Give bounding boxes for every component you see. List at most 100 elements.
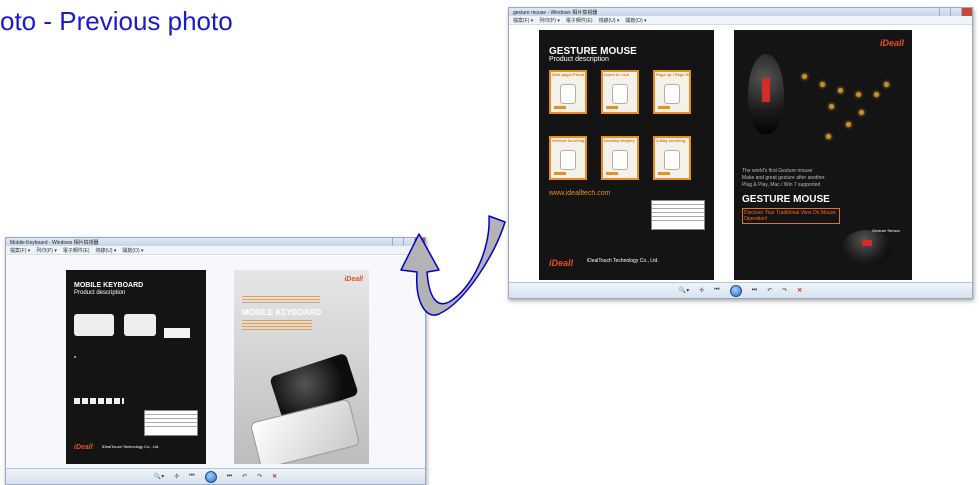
mouse-red-stripe [862, 240, 872, 246]
arrow-mark [554, 106, 566, 109]
orange-text-lines [242, 320, 312, 330]
gesture-dot [884, 82, 889, 87]
window-title: gesture mouse - Windows 相片檢視器 [513, 9, 598, 16]
mouse-product-image [842, 230, 892, 264]
zoom-button[interactable]: 🔍▾ [679, 287, 689, 294]
feature-card: Page up / Page Down [653, 70, 691, 114]
rotate-left-button[interactable]: ↶ [242, 473, 247, 480]
menu-email[interactable]: 電子郵件(E) [63, 247, 90, 254]
photo-area: GESTURE MOUSE Product description Web pa… [509, 26, 972, 282]
brochure-subheading: Product description [74, 290, 126, 296]
brochure-page-right: iDeall MOBILE KEYBOARD [234, 270, 369, 464]
window-buttons [939, 8, 972, 16]
delete-button[interactable]: ✕ [272, 473, 277, 480]
feature-card: Web page/ Photo page Turning [549, 70, 587, 114]
menu-open[interactable]: 開啟(O) ▾ [625, 17, 646, 24]
close-button[interactable] [961, 8, 972, 16]
feature-title: Desktop display [604, 138, 635, 143]
keyboard-photo-viewer-window: Mobile Keyboard - Windows 相片檢視器 檔案(F) ▾ … [5, 237, 426, 485]
minimize-button[interactable] [939, 8, 950, 16]
brochure-url: www.idealltech.com [549, 190, 611, 197]
feature-card: Vertical Scrolling [549, 136, 587, 180]
mouse-figure [560, 84, 576, 104]
menu-file[interactable]: 檔案(F) ▾ [513, 17, 533, 24]
maximize-button[interactable] [950, 8, 961, 16]
slide-title: oto - Previous photo [0, 6, 233, 36]
feature-title: Web page/ Photo page Turning [552, 72, 585, 77]
section-heading: ■ [74, 354, 77, 359]
arrow-mark [606, 106, 618, 109]
menu-print[interactable]: 列印(P) ▾ [539, 17, 560, 24]
tagline-line-1: The world's first Gesture mouse [742, 168, 813, 174]
delete-button[interactable]: ✕ [797, 287, 802, 294]
rotate-right-button[interactable]: ↷ [782, 287, 787, 294]
gesture-dot [826, 134, 831, 139]
window-titlebar: gesture mouse - Windows 相片檢視器 [509, 8, 972, 16]
rotate-right-button[interactable]: ↷ [257, 473, 262, 480]
tagline-line-3: Plug & Play, Mac / Win 7 supported [742, 182, 821, 188]
gesture-dot [874, 92, 879, 97]
viewer-controls: 🔍▾ ✢ ⏮ ⏭ ↶ ↷ ✕ [6, 468, 425, 484]
menu-burn[interactable]: 燒錄(U) ▾ [96, 247, 117, 254]
brand-logo: iDeall [879, 38, 904, 48]
gesture-sensor-caption: Gesture Sensor [872, 228, 901, 233]
company-name: iDealTouch Technology Co., Ltd. [102, 444, 160, 449]
spec-table [144, 410, 198, 436]
feature-title: 4-Way scrolling [656, 138, 686, 143]
slideshow-button[interactable] [204, 470, 217, 483]
feature-card: Desktop display [601, 136, 639, 180]
arrow-mark [658, 106, 670, 109]
brochure-heading: MOBILE KEYBOARD [74, 282, 144, 289]
brand-logo: iDeall [74, 444, 93, 451]
brand-logo: iDeall [344, 276, 363, 283]
rotate-left-button[interactable]: ↶ [767, 287, 772, 294]
gesture-dot [838, 88, 843, 93]
arrow-mark [658, 172, 670, 175]
gesture-dot [802, 74, 807, 79]
mouse-figure [664, 150, 680, 170]
gesture-dot [859, 110, 864, 115]
arrow-mark [554, 172, 566, 175]
product-name: MOBILE KEYBOARD [242, 308, 322, 317]
orange-text-lines [242, 296, 320, 304]
window-titlebar: Mobile Keyboard - Windows 相片檢視器 [6, 238, 425, 246]
fit-button[interactable]: ✢ [699, 287, 704, 294]
feature-card: Zoom In / out [601, 70, 639, 114]
brochure-page-right: iDeall The world's first Gesture mouse M… [734, 30, 912, 280]
menu-bar: 檔案(F) ▾ 列印(P) ▾ 電子郵件(E) 燒錄(U) ▾ 開啟(O) ▾ [509, 16, 972, 25]
feature-title: Zoom In / out [604, 72, 630, 77]
tagline-line-2: Make and great gesture after another. [742, 175, 826, 181]
menu-open[interactable]: 開啟(O) ▾ [122, 247, 143, 254]
next-button[interactable]: ⏭ [752, 287, 757, 294]
previous-button[interactable]: ⏮ [189, 473, 194, 480]
keyboard-thumbnail [124, 314, 156, 336]
feature-title: Page up / Page Down [656, 72, 689, 77]
keyboard-thumbnail [74, 314, 114, 336]
brochure-subheading: Product description [549, 56, 609, 63]
spec-table [651, 200, 705, 230]
fit-button[interactable]: ✢ [174, 473, 179, 480]
arrow-mark [606, 172, 618, 175]
gesture-dot [829, 104, 834, 109]
mouse-figure [612, 84, 628, 104]
menu-bar: 檔案(F) ▾ 列印(P) ▾ 電子郵件(E) 燒錄(U) ▾ 開啟(O) ▾ [6, 246, 425, 255]
viewer-controls: 🔍▾ ✢ ⏮ ⏭ ↶ ↷ ✕ [509, 282, 972, 298]
menu-print[interactable]: 列印(P) ▾ [36, 247, 57, 254]
gesture-dot [846, 122, 851, 127]
company-name: iDealTouch Technology Co., Ltd. [587, 258, 659, 264]
keyboard-product-image [249, 398, 361, 464]
zoom-button[interactable]: 🔍▾ [154, 473, 164, 480]
next-button[interactable]: ⏭ [227, 473, 232, 480]
feature-card: 4-Way scrolling [653, 136, 691, 180]
menu-burn[interactable]: 燒錄(U) ▾ [599, 17, 620, 24]
window-title: Mobile Keyboard - Windows 相片檢視器 [10, 239, 99, 246]
slideshow-button[interactable] [729, 284, 742, 297]
mouse-photo-viewer-window: gesture mouse - Windows 相片檢視器 檔案(F) ▾ 列印… [508, 7, 973, 299]
headline-box: Discover Your Traditional View On Mouse … [742, 208, 840, 224]
previous-button[interactable]: ⏮ [714, 287, 719, 294]
accessory-thumbnail [164, 328, 190, 338]
menu-email[interactable]: 電子郵件(E) [566, 17, 593, 24]
gesture-dot [856, 92, 861, 97]
brochure-page-left: MOBILE KEYBOARD Product description ■ iD… [66, 270, 206, 464]
menu-file[interactable]: 檔案(F) ▾ [10, 247, 30, 254]
